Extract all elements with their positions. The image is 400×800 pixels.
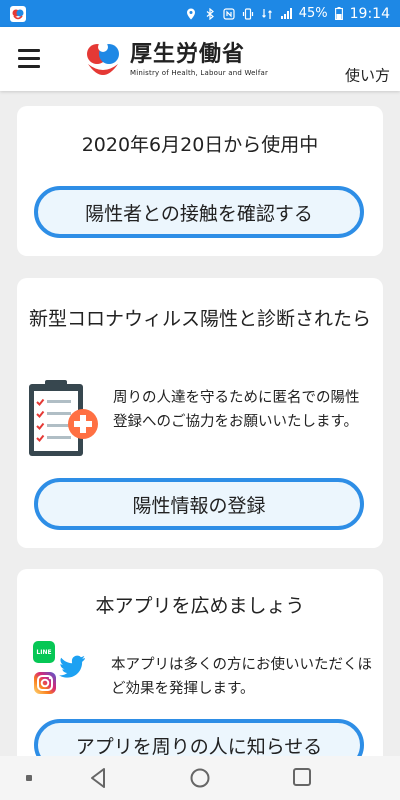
logo-subtitle: Ministry of Health, Labour and Welfar <box>130 69 269 77</box>
share-card-description: 本アプリは多くの方にお使いいただくほど効果を発揮します。 <box>111 657 372 697</box>
share-card-heading: 本アプリを広めましょう <box>95 595 305 617</box>
app-bar: 厚生労働省 Ministry of Health, Labour and Wel… <box>0 27 400 91</box>
battery-percent: 45% <box>298 6 328 21</box>
bluetooth-icon <box>206 7 214 20</box>
share-app-button[interactable]: アプリを周りの人に知らせる <box>34 719 364 756</box>
mhlw-logo: 厚生労働省 Ministry of Health, Labour and Wel… <box>82 36 268 84</box>
register-positive-button[interactable]: 陽性情報の登録 <box>34 478 364 530</box>
app-notification-icon <box>10 6 26 22</box>
line-icon: LINE <box>33 641 55 663</box>
mhlw-logo-mark <box>87 42 119 75</box>
home-icon[interactable] <box>189 767 211 789</box>
system-navigation-bar <box>0 756 400 800</box>
battery-icon <box>334 7 343 20</box>
clipboard-icon <box>29 380 98 456</box>
data-4g-icon <box>261 8 272 19</box>
positive-register-card: 新型コロナウィルス陽性と診断されたら 周りの人達を守るために匿名での陽性登録への… <box>17 278 383 548</box>
instagram-icon <box>34 672 56 694</box>
positive-card-description: 周りの人達を守るために匿名での陽性登録へのご協力をお願いいたします。 <box>113 390 360 430</box>
positive-card-heading: 新型コロナウィルス陽性と診断されたら <box>29 308 372 330</box>
check-contact-button[interactable]: 陽性者との接触を確認する <box>34 186 364 238</box>
how-to-use-link[interactable]: 使い方 <box>345 65 390 86</box>
vibrate-icon <box>242 7 253 20</box>
nfc-icon <box>223 7 235 20</box>
signal-icon <box>280 7 292 19</box>
twitter-icon <box>59 655 85 678</box>
usage-since-text: 2020年6月20日から使用中 <box>81 134 319 156</box>
location-icon <box>186 8 195 19</box>
usage-status-card: 2020年6月20日から使用中 陽性者との接触を確認する <box>17 106 383 256</box>
share-app-card: 本アプリを広めましょう LINE 本アプリは多くの方にお使いいただくほど効果を発… <box>17 569 383 756</box>
overview-icon[interactable] <box>292 767 312 787</box>
clock: 19:14 <box>349 5 390 22</box>
main-content: 2020年6月20日から使用中 陽性者との接触を確認する 新型コロナウィルス陽性… <box>0 91 400 756</box>
back-icon[interactable] <box>88 767 108 789</box>
status-bar: 45% 19:14 <box>0 0 400 27</box>
menu-icon[interactable] <box>18 49 42 69</box>
logo-title: 厚生労働省 <box>130 42 246 67</box>
recent-apps-indicator[interactable] <box>26 775 32 781</box>
